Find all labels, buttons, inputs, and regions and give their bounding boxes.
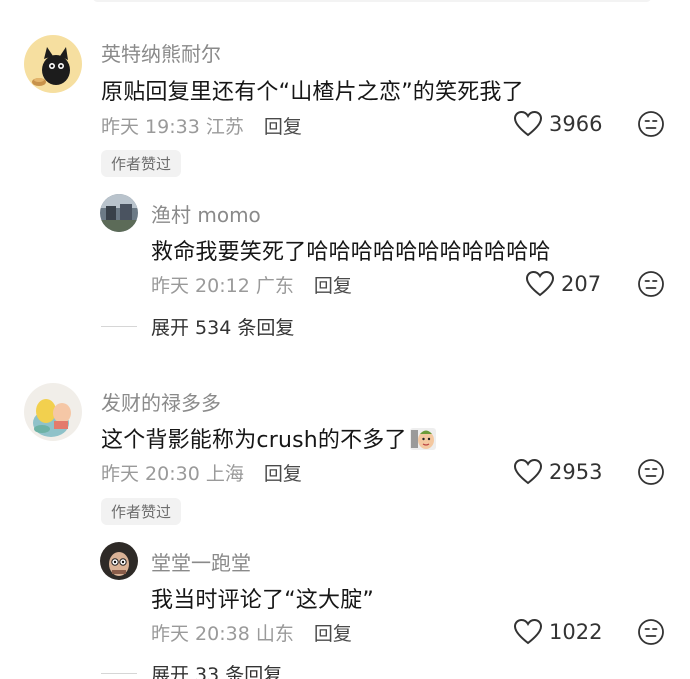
previous-comment-edge [0, 0, 690, 4]
dislike-face-icon[interactable] [637, 110, 665, 138]
author-liked-badge: 作者赞过 [101, 498, 182, 525]
photo-avatar-icon[interactable] [100, 194, 138, 232]
like-button[interactable]: 1022 [513, 618, 602, 645]
username[interactable]: 发财的禄多多 [101, 387, 221, 416]
dislike-face-icon[interactable] [637, 270, 665, 298]
expand-replies-button[interactable]: 展开 33 条回复 [101, 660, 282, 679]
username[interactable]: 渔村 momo [151, 199, 261, 228]
previous-comment-bubble [92, 0, 652, 2]
like-count: 3966 [549, 111, 603, 136]
reply-button[interactable]: 回复 [264, 116, 302, 138]
sticker-emoji-icon [409, 428, 436, 450]
comment-text-body: 这个背影能称为crush的不多了 [101, 428, 407, 453]
comment-location: 广东 [255, 275, 294, 297]
comment-list: 英特纳熊耐尔 原贴回复里还有个“山楂片之恋”的笑死我了 昨天 19:33 江苏 … [0, 0, 690, 679]
reply-button[interactable]: 回复 [264, 463, 302, 485]
comment-text: 这个背影能称为crush的不多了 [101, 422, 437, 454]
like-count: 207 [561, 271, 602, 296]
comment-meta: 昨天 19:33 江苏 回复 [101, 112, 302, 139]
reply-button[interactable]: 回复 [314, 623, 352, 645]
comment-meta: 昨天 20:30 上海 回复 [101, 459, 302, 486]
heart-icon [525, 270, 555, 297]
reply-button[interactable]: 回复 [314, 275, 352, 297]
like-count: 2953 [549, 459, 603, 484]
comment-text: 我当时评论了“这大腚” [151, 588, 374, 613]
heart-icon [513, 458, 543, 485]
like-button[interactable]: 2953 [513, 458, 602, 485]
comment-text: 救命我要笑死了哈哈哈哈哈哈哈哈哈哈哈 [151, 240, 551, 265]
comment-location: 山东 [255, 623, 294, 645]
dislike-face-icon[interactable] [637, 618, 665, 646]
comment-meta: 昨天 20:12 广东 回复 [151, 271, 352, 298]
divider-line [101, 326, 137, 327]
author-liked-badge: 作者赞过 [101, 150, 182, 177]
heart-icon [513, 110, 543, 137]
dislike-face-icon[interactable] [637, 458, 665, 486]
heart-icon [513, 618, 543, 645]
cartoon-avatar-icon[interactable] [24, 383, 82, 441]
comment-time: 昨天 20:30 [101, 463, 200, 485]
like-button[interactable]: 3966 [513, 110, 602, 137]
comment-location: 江苏 [205, 116, 244, 138]
like-button[interactable]: 207 [525, 270, 601, 297]
comment-text: 原贴回复里还有个“山楂片之恋”的笑死我了 [101, 80, 524, 105]
username[interactable]: 堂堂一跑堂 [151, 547, 251, 576]
username[interactable]: 英特纳熊耐尔 [101, 38, 221, 67]
expand-replies-label: 展开 33 条回复 [151, 664, 283, 679]
divider-line [101, 673, 137, 674]
comment-time: 昨天 20:12 [151, 275, 250, 297]
comment-meta: 昨天 20:38 山东 回复 [151, 619, 352, 646]
comment-time: 昨天 19:33 [101, 116, 200, 138]
expand-replies-button[interactable]: 展开 534 条回复 [101, 313, 294, 340]
like-count: 1022 [549, 619, 603, 644]
comment-time: 昨天 20:38 [151, 623, 250, 645]
face-photo-avatar-icon[interactable] [100, 542, 138, 580]
comment-location: 上海 [205, 463, 244, 485]
black-cat-avatar-icon[interactable] [24, 35, 82, 93]
expand-replies-label: 展开 534 条回复 [151, 317, 295, 339]
